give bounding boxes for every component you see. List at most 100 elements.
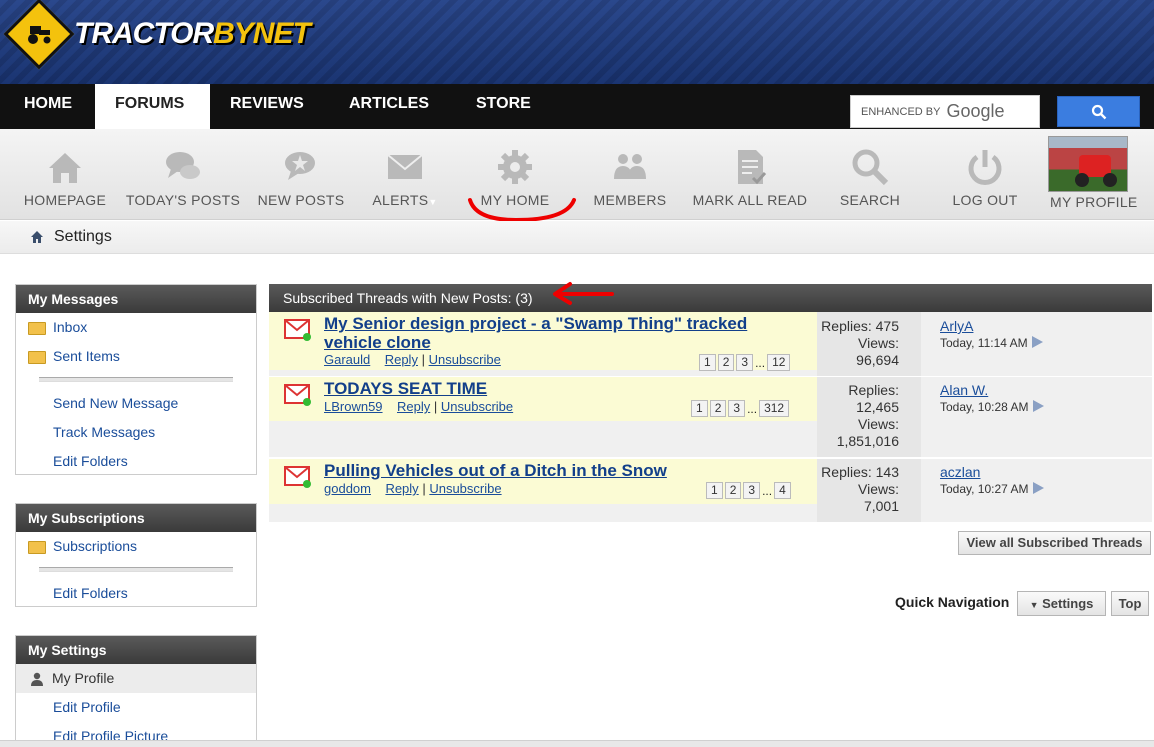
sidebar-item-edit-folders[interactable]: Edit Folders xyxy=(16,447,256,476)
go-to-last-post-icon[interactable] xyxy=(1032,400,1044,412)
top-button[interactable]: Top xyxy=(1111,591,1149,616)
divider xyxy=(16,371,256,389)
horizontal-scrollbar[interactable] xyxy=(0,740,1154,747)
nav-tab-store[interactable]: STORE xyxy=(456,84,551,129)
page-link[interactable]: 2 xyxy=(724,482,742,499)
go-to-last-post-icon[interactable] xyxy=(1031,336,1043,348)
last-poster-link[interactable]: ArlyA xyxy=(940,318,1152,335)
go-to-last-post-icon[interactable] xyxy=(1032,482,1044,494)
view-all-subscribed-threads-button[interactable]: View all Subscribed Threads xyxy=(958,531,1151,555)
sidebar-item-send-new-message[interactable]: Send New Message xyxy=(16,389,256,418)
unread-envelope-icon[interactable] xyxy=(284,464,312,488)
toolbar-log-out[interactable]: LOG OUT xyxy=(945,129,1025,220)
toolbar-alerts[interactable]: ALERTS▼ xyxy=(365,129,445,220)
page-link-last[interactable]: 12 xyxy=(767,354,791,371)
page-link-last[interactable]: 312 xyxy=(759,400,790,417)
thread-author-link[interactable]: goddom xyxy=(324,481,371,496)
sidebar-my-settings: My Settings My Profile Edit Profile Edit… xyxy=(15,635,257,745)
divider xyxy=(16,561,256,579)
sidebar-my-messages: My Messages Inbox Sent Items Send New Me… xyxy=(15,284,257,475)
views-count: 96,694 xyxy=(856,352,899,368)
last-poster-link[interactable]: Alan W. xyxy=(940,382,1152,399)
reply-link[interactable]: Reply xyxy=(397,399,430,414)
thread-title-link[interactable]: TODAYS SEAT TIME xyxy=(324,379,804,398)
page-link[interactable]: 3 xyxy=(743,482,761,499)
page-title: Settings xyxy=(54,228,112,245)
nav-tab-forums[interactable]: FORUMS xyxy=(95,84,210,129)
sidebar-item-track-messages[interactable]: Track Messages xyxy=(16,418,256,447)
last-post: ArlyA Today, 11:14 AM xyxy=(921,312,1152,376)
unsubscribe-link[interactable]: Unsubscribe xyxy=(429,352,501,367)
page-link[interactable]: 2 xyxy=(717,354,735,371)
link-separator: | xyxy=(421,352,425,367)
folder-icon xyxy=(28,541,46,554)
alerts-label: ALERTS xyxy=(372,192,429,208)
sidebar-item-my-profile[interactable]: My Profile xyxy=(16,664,256,693)
thread-author-link[interactable]: Garauld xyxy=(324,352,370,367)
thread-title-link[interactable]: Pulling Vehicles out of a Ditch in the S… xyxy=(324,461,804,480)
power-icon xyxy=(968,150,1002,185)
page-link-last[interactable]: 4 xyxy=(774,482,791,499)
sidebar-item-edit-folders[interactable]: Edit Folders xyxy=(16,579,256,608)
search-input[interactable]: ENHANCED BY Google xyxy=(850,95,1040,128)
replies-label: Replies: 143 xyxy=(821,464,899,480)
views-label: Views: xyxy=(858,416,899,432)
thread-row: TODAYS SEAT TIME LBrown59 Reply | Unsubs… xyxy=(269,377,1152,457)
sidebar-item-subscriptions[interactable]: Subscriptions xyxy=(16,532,256,561)
page-links: 1 2 3 ... 312 xyxy=(691,400,790,417)
toolbar-todays-posts[interactable]: TODAY'S POSTS xyxy=(125,129,241,220)
last-post-time: Today, 10:28 AM xyxy=(940,400,1029,414)
views-label: Views: xyxy=(858,481,899,497)
reply-link[interactable]: Reply xyxy=(385,352,418,367)
last-post-time: Today, 11:14 AM xyxy=(940,336,1028,350)
unsubscribe-link[interactable]: Unsubscribe xyxy=(441,399,513,414)
profile-avatar[interactable] xyxy=(1048,136,1128,192)
page-link[interactable]: 1 xyxy=(706,482,723,499)
page-link[interactable]: 3 xyxy=(736,354,754,371)
toolbar-search[interactable]: SEARCH xyxy=(833,129,907,220)
page-link[interactable]: 1 xyxy=(691,400,708,417)
toolbar-new-posts[interactable]: NEW POSTS xyxy=(255,129,347,220)
link-separator: | xyxy=(433,399,438,414)
thread-title-link[interactable]: My Senior design project - a "Swamp Thin… xyxy=(324,314,804,352)
views-count: 7,001 xyxy=(863,498,899,514)
last-poster-link[interactable]: aczlan xyxy=(940,464,1152,481)
last-post: Alan W. Today, 10:28 AM xyxy=(921,377,1152,457)
site-logo[interactable]: TRACTORBYNET xyxy=(3,0,311,70)
toolbar-homepage[interactable]: HOMEPAGE xyxy=(20,129,110,220)
envelope-icon xyxy=(387,154,423,179)
unread-envelope-icon[interactable] xyxy=(284,317,312,341)
thread-row: My Senior design project - a "Swamp Thin… xyxy=(269,312,1152,376)
folder-icon xyxy=(28,322,46,335)
page-link[interactable]: 3 xyxy=(728,400,746,417)
unread-envelope-icon[interactable] xyxy=(284,382,312,406)
nav-tab-home[interactable]: HOME xyxy=(4,84,92,129)
google-brand: Google xyxy=(946,101,1005,121)
toolbar-members[interactable]: MEMBERS xyxy=(588,129,672,220)
thread-stats: Replies: 475 Views: 96,694 xyxy=(817,312,921,376)
sidebar-my-subscriptions: My Subscriptions Subscriptions Edit Fold… xyxy=(15,503,257,607)
nav-tab-reviews[interactable]: REVIEWS xyxy=(210,84,324,129)
thread-author-link[interactable]: LBrown59 xyxy=(324,399,383,414)
sidebar-item-inbox[interactable]: Inbox xyxy=(16,313,256,342)
sidebar-item-sent-items[interactable]: Sent Items xyxy=(16,342,256,371)
sidebar-item-edit-profile[interactable]: Edit Profile xyxy=(16,693,256,722)
folder-icon xyxy=(28,351,46,364)
search-button[interactable] xyxy=(1057,96,1140,127)
quick-navigation-select[interactable]: ▼ Settings xyxy=(1017,591,1106,616)
thread-stats: Replies: 12,465 Views: 1,851,016 xyxy=(817,377,921,457)
home-icon[interactable] xyxy=(30,230,44,244)
unsubscribe-link[interactable]: Unsubscribe xyxy=(429,481,501,496)
logo-text-main: TRACTOR xyxy=(74,17,214,50)
nav-tab-articles[interactable]: ARTICLES xyxy=(329,84,449,129)
page-link[interactable]: 1 xyxy=(699,354,716,371)
reply-link[interactable]: Reply xyxy=(385,481,418,496)
toolbar-mark-all-read[interactable]: MARK ALL READ xyxy=(690,129,810,220)
page-ellipsis: ... xyxy=(755,355,766,370)
page-link[interactable]: 2 xyxy=(709,400,727,417)
last-post: aczlan Today, 10:27 AM xyxy=(921,459,1152,522)
search-icon xyxy=(1091,104,1106,119)
my-profile-link[interactable]: MY PROFILE xyxy=(1050,194,1138,210)
chevron-down-icon: ▼ xyxy=(1029,600,1039,610)
caret-down-icon: ▼ xyxy=(428,197,438,207)
